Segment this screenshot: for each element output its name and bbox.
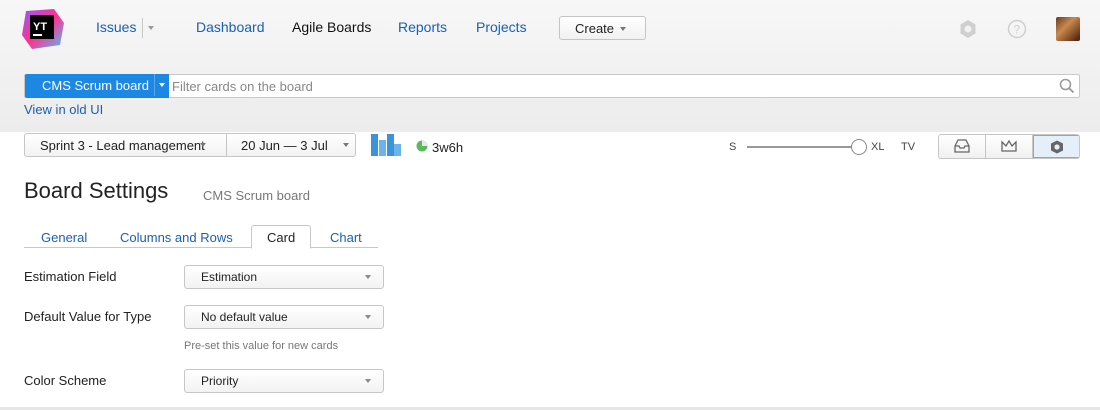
nav-issues[interactable]: Issues [96, 19, 136, 35]
card-size-small-label: S [729, 141, 737, 153]
youtrack-logo[interactable]: YT [22, 9, 64, 49]
nav-projects[interactable]: Projects [476, 19, 527, 35]
board-selector-label: CMS Scrum board [42, 78, 149, 93]
sprint-dates[interactable]: 20 Jun — 3 Jul [227, 134, 355, 156]
chevron-down-icon [365, 379, 371, 383]
settings-tabs: General Columns and Rows Card Chart [24, 225, 378, 249]
sprint-selector[interactable]: Sprint 3 - Lead management [25, 134, 226, 156]
chevron-down-icon [620, 27, 626, 31]
board-settings-button[interactable] [1033, 135, 1079, 158]
nav-separator [142, 18, 143, 38]
color-scheme-value: Priority [201, 374, 239, 388]
svg-text:?: ? [1014, 23, 1021, 37]
default-type-select[interactable]: No default value [184, 305, 384, 329]
page-title: Board Settings [24, 178, 169, 203]
card-size-slider-track[interactable] [747, 146, 853, 148]
search-icon[interactable] [1059, 78, 1075, 97]
estimation-field-value: Estimation [201, 270, 258, 284]
effort-progress-icon [416, 140, 428, 155]
settings-gear-icon[interactable] [958, 19, 978, 42]
board-view-buttons [938, 134, 1080, 159]
chevron-down-icon [365, 275, 371, 279]
nav-dashboard[interactable]: Dashboard [196, 19, 265, 35]
logo-text: YT [33, 21, 47, 33]
help-icon[interactable]: ? [1007, 19, 1027, 42]
tab-chart[interactable]: Chart [330, 230, 362, 245]
board-selector[interactable]: CMS Scrum board [25, 74, 169, 98]
color-scheme-select[interactable]: Priority [184, 369, 384, 393]
board-selector-dropdown-icon[interactable] [154, 74, 169, 96]
default-type-label: Default Value for Type [24, 309, 152, 324]
nav-agile-boards[interactable]: Agile Boards [292, 19, 371, 35]
create-button-label: Create [575, 21, 615, 36]
issues-dropdown-icon[interactable] [148, 26, 154, 30]
chevron-down-icon [200, 143, 206, 147]
tv-mode-toggle[interactable]: TV [901, 141, 915, 153]
avatar[interactable] [1056, 17, 1080, 41]
tab-columns-and-rows[interactable]: Columns and Rows [120, 230, 233, 245]
page-subtitle: CMS Scrum board [203, 188, 310, 203]
burndown-chart-button[interactable] [986, 135, 1033, 158]
sprint-selector-group: Sprint 3 - Lead management 20 Jun — 3 Ju… [24, 133, 356, 157]
default-type-hint: Pre-set this value for new cards [184, 340, 339, 352]
view-in-old-ui-link[interactable]: View in old UI [24, 102, 103, 117]
estimation-field-label: Estimation Field [24, 269, 117, 284]
sprint-selector-label: Sprint 3 - Lead management [40, 138, 205, 153]
sprint-dates-label: 20 Jun — 3 Jul [241, 138, 328, 153]
estimation-field-select[interactable]: Estimation [184, 265, 384, 289]
chart-bars-icon[interactable] [371, 134, 401, 156]
nav-reports[interactable]: Reports [398, 19, 447, 35]
color-scheme-label: Color Scheme [24, 373, 107, 388]
tab-general[interactable]: General [41, 230, 87, 245]
default-type-value: No default value [201, 310, 288, 324]
filter-cards-input[interactable] [172, 76, 1052, 96]
tab-card[interactable]: Card [251, 225, 312, 249]
card-size-slider-handle[interactable] [851, 139, 867, 155]
board-search-bar: CMS Scrum board [24, 74, 1080, 98]
header-band [0, 0, 1100, 132]
chevron-down-icon [343, 143, 349, 147]
create-button[interactable]: Create [559, 16, 646, 40]
backlog-button[interactable] [939, 135, 986, 158]
card-size-xl-label: XL [871, 141, 885, 153]
remaining-effort: 3w6h [432, 140, 464, 155]
chevron-down-icon [365, 315, 371, 319]
